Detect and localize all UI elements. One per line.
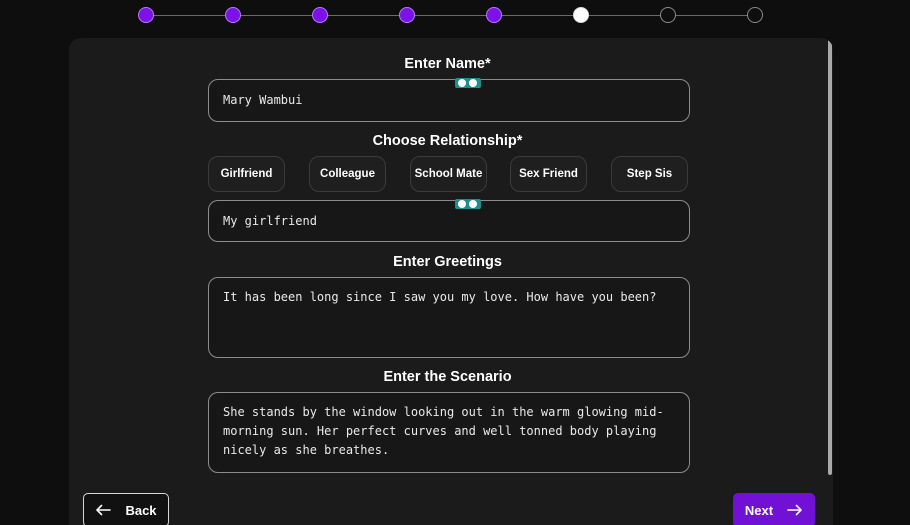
scenario-textarea[interactable]: She stands by the window looking out in … xyxy=(208,392,690,473)
relationship-option-girlfriend[interactable]: Girlfriend xyxy=(208,156,285,192)
form-card: Enter Name* Mary Wambui Choose Relations… xyxy=(69,38,833,525)
scenario-value: She stands by the window looking out in … xyxy=(223,405,664,457)
name-value: Mary Wambui xyxy=(223,93,303,107)
relationship-option-school-mate[interactable]: School Mate xyxy=(410,156,487,192)
relationship-options: Girlfriend Colleague School Mate Sex Fri… xyxy=(208,156,690,192)
name-label: Enter Name* xyxy=(404,56,491,72)
scrollbar[interactable] xyxy=(828,39,832,475)
password-manager-icon[interactable] xyxy=(455,199,481,209)
name-field[interactable]: Mary Wambui xyxy=(208,78,690,122)
scenario-label: Enter the Scenario xyxy=(383,369,512,385)
step-4-dot xyxy=(399,7,415,23)
greetings-value: It has been long since I saw you my love… xyxy=(223,290,657,304)
next-label: Next xyxy=(744,502,774,518)
relationship-option-step-sis[interactable]: Step Sis xyxy=(611,156,688,192)
step-8-dot xyxy=(747,7,763,23)
arrow-left-icon xyxy=(95,504,112,516)
step-3-dot xyxy=(312,7,328,23)
relationship-field[interactable]: My girlfriend xyxy=(208,199,690,242)
step-6-dot xyxy=(573,7,589,23)
next-button[interactable]: Next xyxy=(733,493,815,525)
back-button[interactable]: Back xyxy=(83,493,169,525)
greetings-label: Enter Greetings xyxy=(393,254,502,270)
step-7-dot xyxy=(660,7,676,23)
relationship-label: Choose Relationship* xyxy=(372,133,523,149)
password-manager-icon[interactable] xyxy=(455,78,481,88)
step-2-dot xyxy=(225,7,241,23)
step-1-dot xyxy=(138,7,154,23)
progress-stepper xyxy=(138,7,763,23)
relationship-value: My girlfriend xyxy=(223,214,317,228)
relationship-option-sex-friend[interactable]: Sex Friend xyxy=(510,156,587,192)
back-label: Back xyxy=(125,502,157,518)
step-5-dot xyxy=(486,7,502,23)
greetings-textarea[interactable]: It has been long since I saw you my love… xyxy=(208,277,690,358)
arrow-right-icon xyxy=(787,504,803,516)
relationship-option-colleague[interactable]: Colleague xyxy=(309,156,386,192)
